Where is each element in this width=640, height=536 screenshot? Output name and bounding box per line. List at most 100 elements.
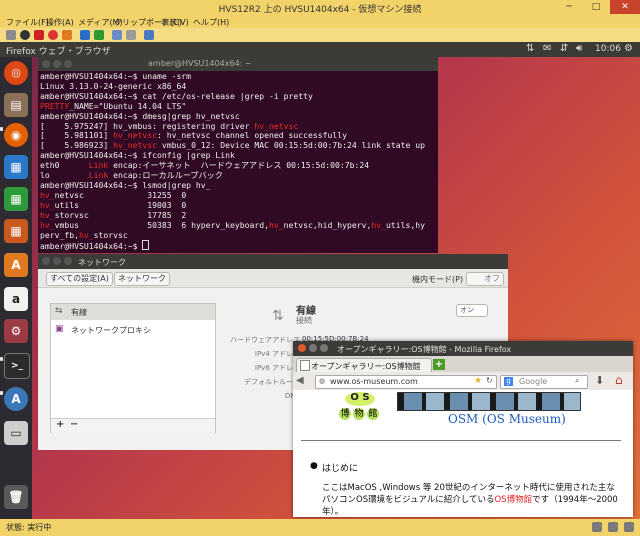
list-toolbar: + − [51,418,215,433]
back-icon[interactable]: ◀ [296,375,304,386]
host-titlebar: HVS12R2 上の HVSU1404x64 - 仮想マシン接続 ─ □ ✕ [0,0,640,15]
close-button[interactable]: ✕ [610,0,640,14]
terminal-icon[interactable]: >_ [4,353,30,379]
new-tab-button[interactable]: + [433,359,445,370]
section-heading: はじめに [322,464,359,474]
volume-icon[interactable]: 🔊︎ [576,43,582,54]
system-settings-icon[interactable]: ⚙ [4,319,28,343]
clock[interactable]: 10:06 [595,44,621,54]
terminal-titlebar: amber@HVSU1404x64: ~ [38,57,438,71]
google-icon: g [504,377,513,386]
cursor [142,240,150,251]
all-settings-button[interactable]: すべての設定(A) [46,272,113,286]
wired-status: 接続 [296,316,312,325]
network-icon[interactable]: ⇵ [560,43,568,54]
download-icon[interactable]: ⬇ [595,374,604,387]
proxy-icon: ▣ [55,324,64,334]
search-icon[interactable]: ⌕ [575,376,579,386]
search-box[interactable]: g Google ⌕ [500,375,588,389]
toggle-state: オフ [484,274,500,283]
minimize-button[interactable]: ─ [556,0,582,14]
mail-icon[interactable]: ✉ [543,43,551,54]
para-link[interactable]: OS博物館 [494,495,532,505]
close-icon[interactable] [42,60,50,68]
trash-icon[interactable]: 🗑︎ [4,485,28,509]
navigation-bar: ◀ ◍ www.os-museum.com ★ ↻ g Google ⌕ ⬇ ⌂ [293,372,633,391]
ubuntu-top-panel: Firefox ウェブ・ブラウザ ⇅ ✉ ⇵ 🔊︎ 10:06 ⚙ [0,42,640,57]
libreoffice-calc-icon[interactable]: ▦ [4,187,28,211]
remove-button[interactable]: − [70,419,78,430]
launcher: ◎ ▤ ◉ ▦ ▦ ▦ A a ⚙ >_ A ▭ 🗑︎ [0,57,32,519]
maximize-button[interactable]: □ [583,0,609,14]
reset-icon[interactable] [94,30,104,40]
tab-label: オープンギャラリー:OS博物館 [311,362,421,371]
keyboard-status-icon [592,522,602,532]
maximize-icon[interactable] [320,344,328,352]
logo-char: 博 [339,408,351,420]
bookmark-star-icon[interactable]: ★ [474,376,482,386]
enhanced-session-icon[interactable] [144,30,154,40]
list-item-label: 有線 [71,308,87,317]
menu-file[interactable]: ファイル(F) [6,17,49,28]
site-title: OSM (OS Museum) [448,412,566,426]
wired-toggle[interactable]: オン [456,304,488,317]
page-icon [300,360,310,371]
libreoffice-writer-icon[interactable]: ▦ [4,155,28,179]
network-title: ネットワーク [78,258,126,267]
power-icon[interactable]: ⚙ [624,43,633,54]
tab-os-museum[interactable]: オープンギャラリー:OS博物館 [296,358,432,373]
close-icon[interactable] [42,257,50,265]
minimize-icon[interactable] [309,344,317,352]
terminal-output[interactable]: amber@HVSU1404x64:~$ uname -srm Linux 3.1… [40,72,436,252]
airplane-mode-toggle[interactable]: オフ [466,272,504,286]
menu-view[interactable]: 表示(V) [161,17,189,28]
revert-icon[interactable] [126,30,136,40]
url-bar[interactable]: ◍ www.os-museum.com ★ ↻ [315,375,497,389]
checkpoint-icon[interactable] [112,30,122,40]
start-icon[interactable] [20,30,30,40]
field-label: ハードウェアアドレス [230,336,300,344]
amazon-icon[interactable]: a [4,287,28,311]
ubuntu-logo-icon[interactable]: ◎ [4,61,28,85]
keyboard-indicator-icon[interactable]: ⇅ [526,43,534,54]
menu-help[interactable]: ヘルプ(H) [193,17,229,28]
pause-icon[interactable] [80,30,90,40]
disk-drive-icon[interactable]: ▭ [4,421,28,445]
maximize-icon[interactable] [64,257,72,265]
software-center-icon[interactable]: A [4,253,28,277]
minimize-icon[interactable] [53,257,61,265]
reload-icon[interactable]: ↻ [486,376,493,385]
files-icon[interactable]: ▤ [4,93,28,117]
close-icon[interactable] [298,344,306,352]
firefox-icon[interactable]: ◉ [4,123,28,147]
save-state-icon[interactable] [62,30,72,40]
terminal-window[interactable]: amber@HVSU1404x64: ~ amber@HVSU1404x64:~… [38,57,438,253]
list-item-proxy[interactable]: ▣ ネットワークプロキシ [51,322,215,338]
home-icon[interactable]: ⌂ [615,373,623,387]
running-indicator [0,391,3,395]
menu-action[interactable]: 操作(A) [46,17,74,28]
network-toolbar: すべての設定(A) ネットワーク 機内モード(P) オフ [38,269,508,288]
shutdown-icon[interactable] [48,30,58,40]
wired-network-icon: ⇆ [55,306,63,316]
site-logo[interactable]: O S 博 物 館 [339,392,381,432]
add-button[interactable]: + [56,419,64,430]
list-item-label: ネットワークプロキシ [71,326,151,335]
film-strip-banner [397,392,581,411]
active-app-title: Firefox ウェブ・ブラウザ [6,47,111,57]
software-updater-icon[interactable]: A [4,387,28,411]
turn-off-icon[interactable] [34,30,44,40]
breadcrumb[interactable]: ネットワーク [114,272,170,286]
libreoffice-impress-icon[interactable]: ▦ [4,219,28,243]
minimize-icon[interactable] [53,60,61,68]
host-toolbar [0,28,640,43]
list-item-wired[interactable]: ⇆ 有線 [51,304,215,320]
ctrl-alt-del-icon[interactable] [6,30,16,40]
network-status-icon [608,522,618,532]
host-window-title: HVS12R2 上の HVSU1404x64 - 仮想マシン接続 [218,5,422,15]
maximize-icon[interactable] [64,60,72,68]
running-indicator [0,127,3,131]
field-label: IPv6 アドレス [254,364,300,372]
vm-status: 状態: 実行中 [6,523,52,532]
terminal-line: perv_fb,hv_storvsc [40,229,128,240]
